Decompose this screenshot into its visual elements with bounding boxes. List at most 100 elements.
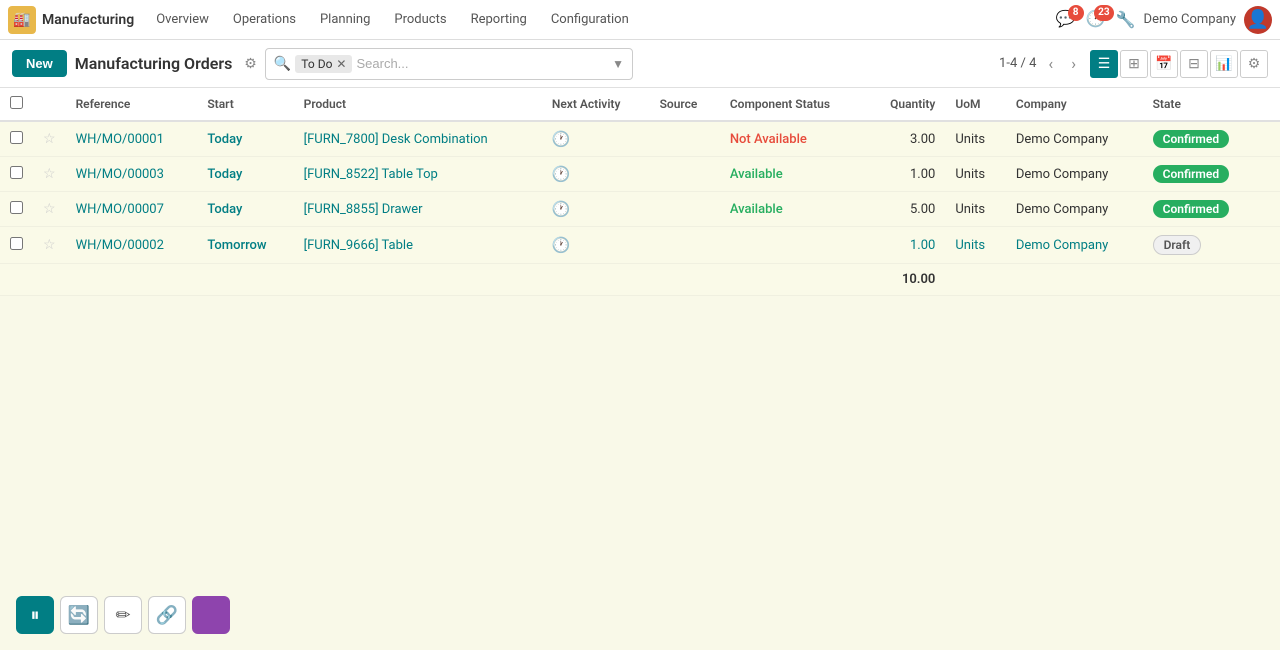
nav-configuration[interactable]: Configuration	[541, 8, 639, 31]
table-row: ☆ WH/MO/00001 Today [FURN_7800] Desk Com…	[0, 121, 1280, 157]
row-reference-2[interactable]: WH/MO/00007	[66, 192, 198, 227]
product-link-3[interactable]: [FURN_9666] Table	[304, 238, 413, 253]
search-icon: 🔍	[274, 56, 291, 72]
table-container: Reference Start Product Next Activity So…	[0, 88, 1280, 296]
header-source[interactable]: Source	[650, 88, 720, 121]
header-reference[interactable]: Reference	[66, 88, 198, 121]
row-select-checkbox-2[interactable]	[10, 201, 23, 214]
reference-link-3[interactable]: WH/MO/00002	[76, 238, 164, 253]
row-product-3[interactable]: [FURN_9666] Table	[294, 227, 542, 264]
row-star-3[interactable]: ☆	[33, 227, 66, 264]
pagination: 1-4 / 4 ‹ ›	[999, 52, 1082, 75]
row-next-activity-1[interactable]: 🕐	[542, 157, 650, 192]
row-checkbox[interactable]	[0, 121, 33, 157]
start-date-2: Today	[207, 202, 242, 217]
header-start[interactable]: Start	[197, 88, 293, 121]
pause-button[interactable]: ⏸	[16, 596, 54, 634]
row-component-status-3	[720, 227, 866, 264]
state-badge-1: Confirmed	[1153, 165, 1229, 183]
user-avatar[interactable]: 👤	[1244, 6, 1272, 34]
row-star-2[interactable]: ☆	[33, 192, 66, 227]
header-uom[interactable]: UoM	[945, 88, 1005, 121]
row-select-checkbox-3[interactable]	[10, 237, 23, 250]
header-company[interactable]: Company	[1006, 88, 1143, 121]
link-button[interactable]: 🔗	[148, 596, 186, 634]
color-button[interactable]	[192, 596, 230, 634]
row-reference-3[interactable]: WH/MO/00002	[66, 227, 198, 264]
header-next-activity[interactable]: Next Activity	[542, 88, 650, 121]
pagination-next[interactable]: ›	[1065, 52, 1082, 75]
nav-operations[interactable]: Operations	[223, 8, 306, 31]
state-badge-0: Confirmed	[1153, 130, 1229, 148]
star-icon-3[interactable]: ☆	[43, 237, 56, 253]
row-product-0[interactable]: [FURN_7800] Desk Combination	[294, 121, 542, 157]
view-pivot[interactable]: ⊟	[1180, 50, 1208, 78]
view-settings[interactable]: ⚙	[1240, 50, 1268, 78]
search-input[interactable]	[356, 56, 608, 71]
edit-button[interactable]: ✏	[104, 596, 142, 634]
settings-icon[interactable]: ⚙	[244, 56, 257, 72]
activity-count: 23	[1094, 5, 1113, 21]
row-checkbox[interactable]	[0, 192, 33, 227]
row-next-activity-0[interactable]: 🕐	[542, 121, 650, 157]
nav-products[interactable]: Products	[384, 8, 456, 31]
row-checkbox[interactable]	[0, 157, 33, 192]
filter-tag-remove[interactable]: ✕	[336, 57, 346, 71]
row-next-activity-2[interactable]: 🕐	[542, 192, 650, 227]
star-icon-0[interactable]: ☆	[43, 131, 56, 147]
header-state[interactable]: State	[1143, 88, 1260, 121]
row-checkbox[interactable]	[0, 227, 33, 264]
row-select-checkbox-1[interactable]	[10, 166, 23, 179]
reference-link-1[interactable]: WH/MO/00003	[76, 167, 164, 182]
clock-icon-0[interactable]: 🕐	[552, 130, 571, 148]
row-reference-1[interactable]: WH/MO/00003	[66, 157, 198, 192]
header-quantity[interactable]: Quantity	[866, 88, 945, 121]
row-uom-0: Units	[945, 121, 1005, 157]
row-uom-1: Units	[945, 157, 1005, 192]
pagination-prev[interactable]: ‹	[1042, 52, 1059, 75]
refresh-button[interactable]: 🔄	[60, 596, 98, 634]
row-product-2[interactable]: [FURN_8855] Drawer	[294, 192, 542, 227]
row-star-1[interactable]: ☆	[33, 157, 66, 192]
row-select-checkbox-0[interactable]	[10, 131, 23, 144]
header-product[interactable]: Product	[294, 88, 542, 121]
page-title: Manufacturing Orders	[75, 54, 233, 73]
select-all-checkbox[interactable]	[10, 96, 23, 109]
company-name[interactable]: Demo Company	[1144, 12, 1236, 27]
activity-badge[interactable]: 🕐 23	[1086, 9, 1108, 31]
clock-icon-1[interactable]: 🕐	[552, 165, 571, 183]
row-reference-0[interactable]: WH/MO/00001	[66, 121, 198, 157]
product-link-2[interactable]: [FURN_8855] Drawer	[304, 202, 423, 217]
view-calendar[interactable]: 📅	[1150, 50, 1178, 78]
reference-link-0[interactable]: WH/MO/00001	[76, 132, 164, 147]
new-button[interactable]: New	[12, 50, 67, 77]
view-chart[interactable]: 📊	[1210, 50, 1238, 78]
row-star-0[interactable]: ☆	[33, 121, 66, 157]
star-icon-1[interactable]: ☆	[43, 166, 56, 182]
nav-overview[interactable]: Overview	[146, 8, 219, 31]
wrench-icon[interactable]: 🔧	[1116, 10, 1136, 29]
search-dropdown-icon[interactable]: ▼	[612, 57, 624, 71]
nav-planning[interactable]: Planning	[310, 8, 380, 31]
row-extra-0	[1260, 121, 1280, 157]
bottom-toolbar: ⏸ 🔄 ✏ 🔗	[16, 596, 230, 634]
view-list[interactable]: ☰	[1090, 50, 1118, 78]
clock-icon-3[interactable]: 🕐	[552, 236, 571, 254]
clock-icon-2[interactable]: 🕐	[552, 200, 571, 218]
messages-badge[interactable]: 💬 8	[1056, 9, 1078, 31]
filter-tag-todo[interactable]: To Do ✕	[295, 55, 352, 73]
header-component-status[interactable]: Component Status	[720, 88, 866, 121]
product-link-1[interactable]: [FURN_8522] Table Top	[304, 167, 438, 182]
row-quantity-2: 5.00	[866, 192, 945, 227]
row-next-activity-3[interactable]: 🕐	[542, 227, 650, 264]
product-link-0[interactable]: [FURN_7800] Desk Combination	[304, 132, 488, 147]
reference-link-2[interactable]: WH/MO/00007	[76, 202, 164, 217]
row-product-1[interactable]: [FURN_8522] Table Top	[294, 157, 542, 192]
star-icon-2[interactable]: ☆	[43, 201, 56, 217]
filter-tag-label: To Do	[301, 57, 332, 71]
app-name: Manufacturing	[42, 12, 134, 28]
view-kanban[interactable]: ⊞	[1120, 50, 1148, 78]
nav-reporting[interactable]: Reporting	[461, 8, 537, 31]
app-logo[interactable]: 🏭 Manufacturing	[8, 6, 134, 34]
header-checkbox[interactable]	[0, 88, 33, 121]
